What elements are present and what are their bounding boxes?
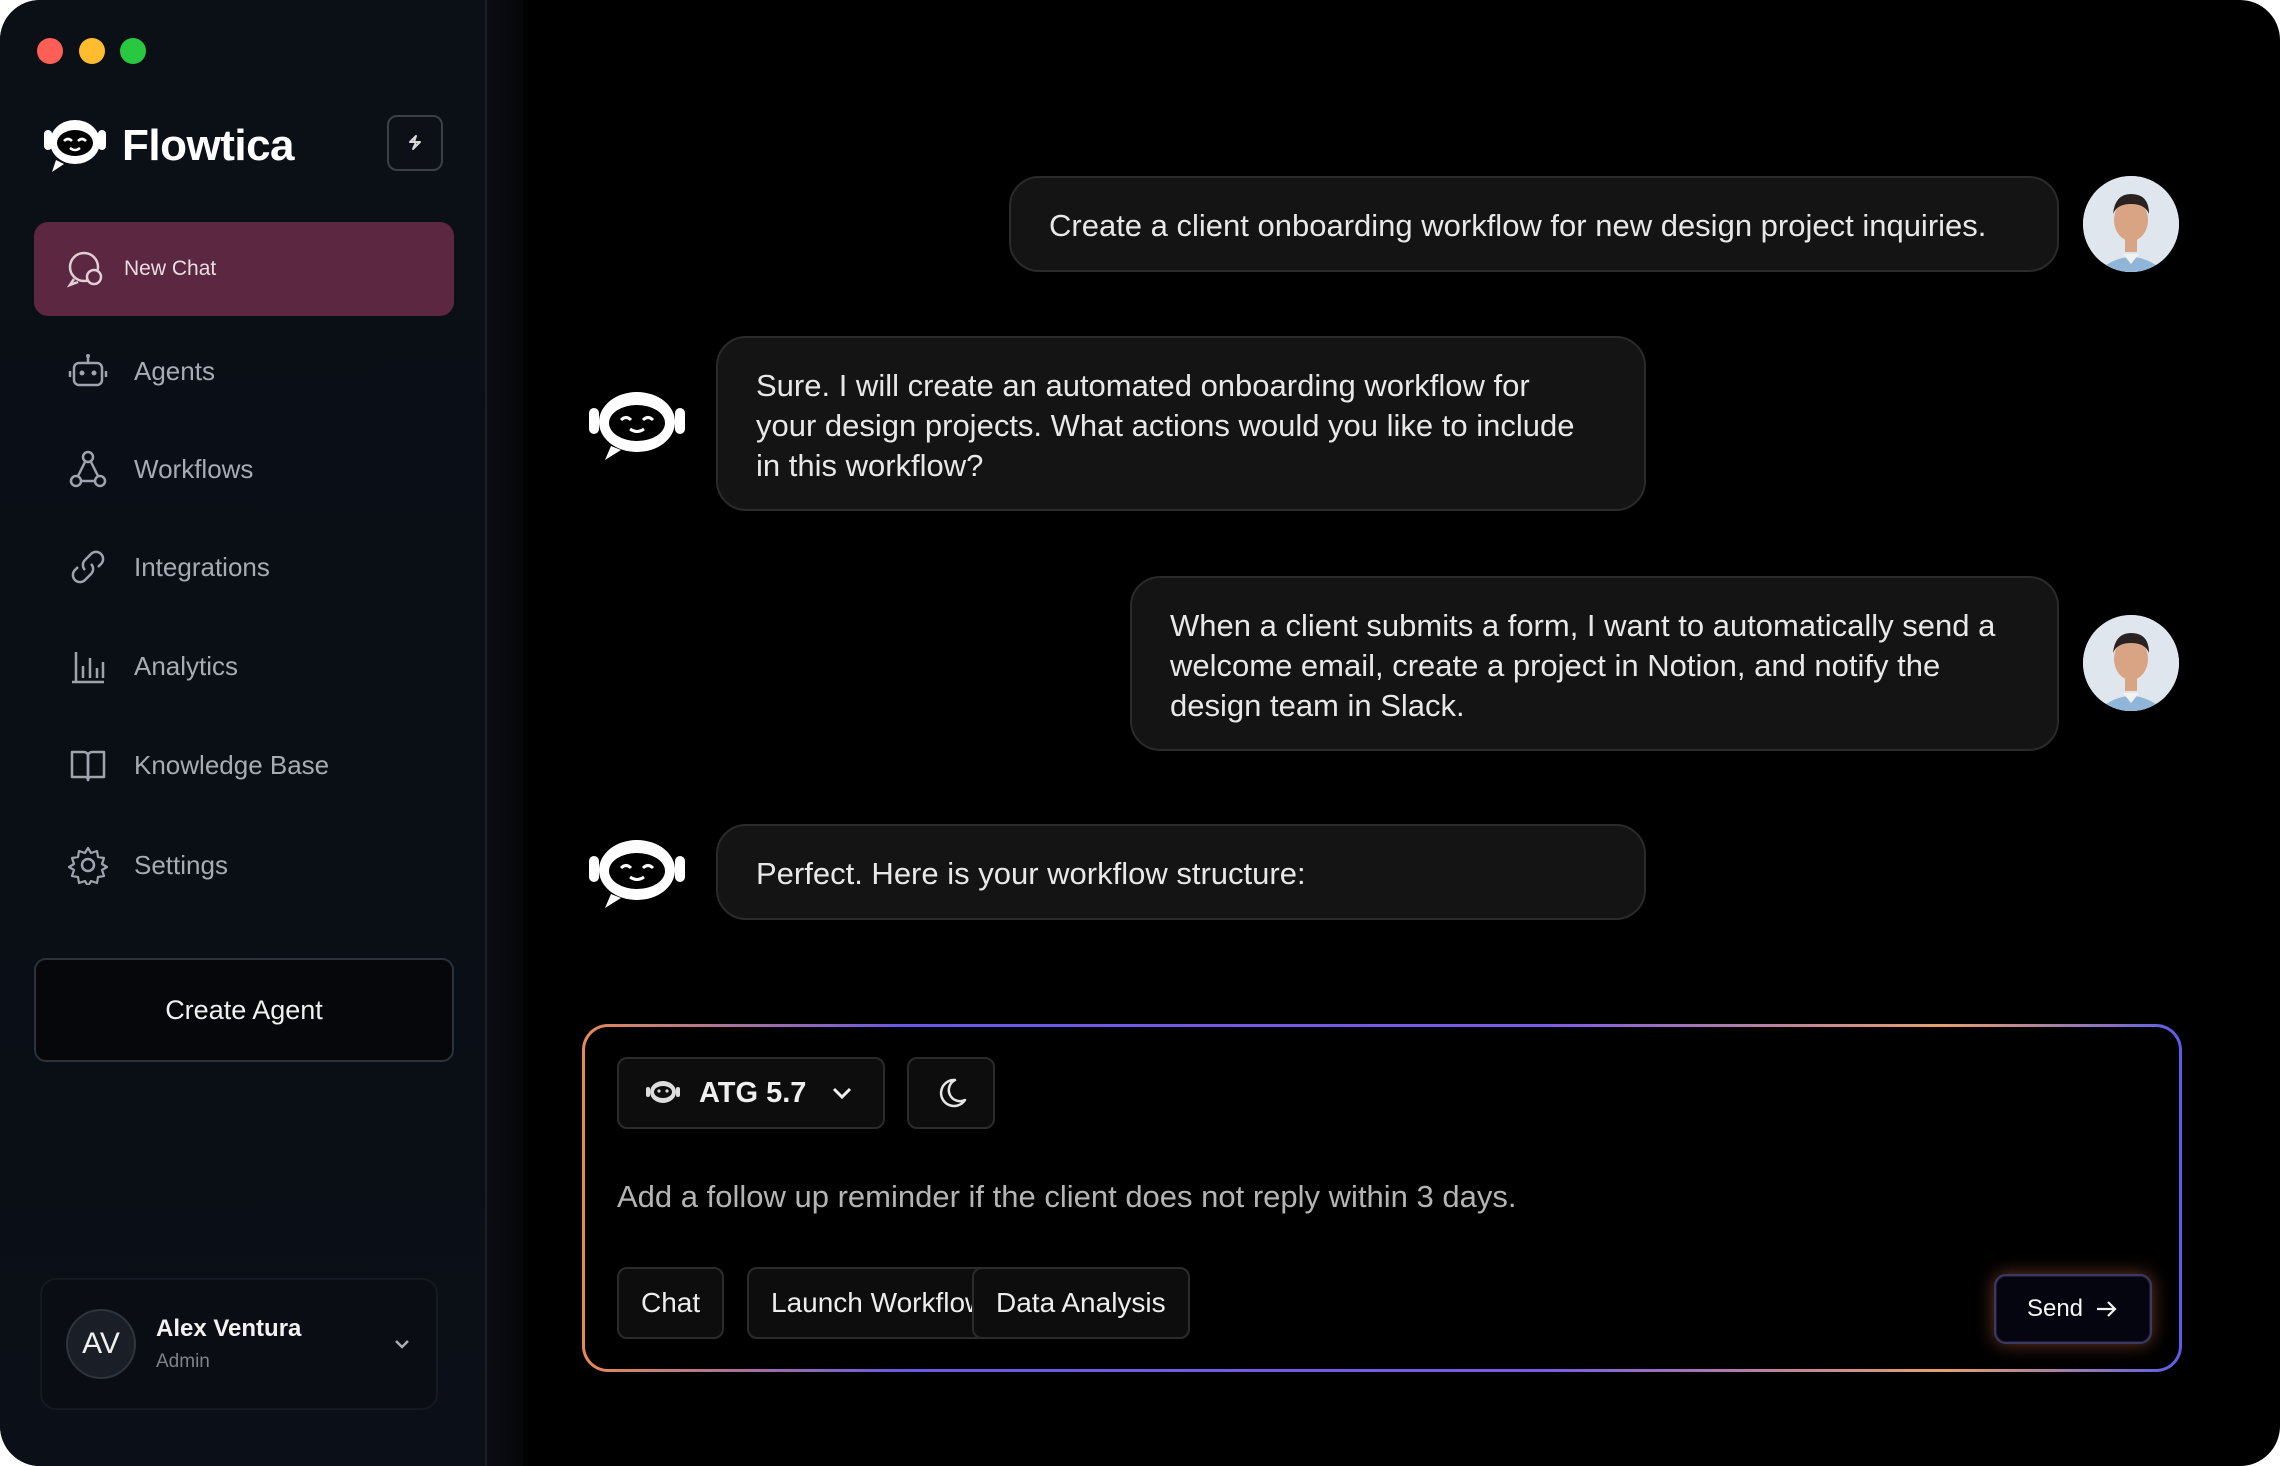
message-input[interactable]: Add a follow up reminder if the client d… xyxy=(617,1179,1516,1215)
assistant-message: Sure. I will create an automated onboard… xyxy=(716,336,1646,511)
sidebar-item-label: Knowledge Base xyxy=(134,749,330,780)
message-line: your design projects. What actions would… xyxy=(756,408,1575,443)
message-line: When a client submits a form, I want to … xyxy=(1170,608,1996,643)
assistant-message: Perfect. Here is your workflow structure… xyxy=(716,824,1646,920)
message-composer: ATG 5.7 Add a follow up reminder if the … xyxy=(582,1024,2182,1372)
link-icon xyxy=(68,547,108,587)
chat-plus-icon xyxy=(66,249,106,289)
message-line: design team in Slack. xyxy=(1170,688,1465,723)
composer-body: ATG 5.7 Add a follow up reminder if the … xyxy=(585,1027,2179,1369)
sidebar-item-agents[interactable]: Agents xyxy=(34,324,454,418)
user-profile-menu[interactable]: AV Alex Ventura Admin xyxy=(40,1278,438,1410)
brand: Flowtica xyxy=(42,116,295,176)
theme-toggle-button[interactable] xyxy=(907,1057,995,1129)
app-window: Flowtica New Chat Agents Workflows Integ… xyxy=(0,0,2280,1466)
sidebar: Flowtica New Chat Agents Workflows Integ… xyxy=(0,0,487,1466)
moon-icon xyxy=(939,1078,967,1108)
window-maximize-button[interactable] xyxy=(120,38,146,64)
user-avatar xyxy=(2083,176,2179,272)
message-line: in this workflow? xyxy=(756,448,984,483)
model-name: ATG 5.7 xyxy=(699,1076,807,1109)
sidebar-item-integrations[interactable]: Integrations xyxy=(34,520,454,614)
create-agent-button[interactable]: Create Agent xyxy=(34,958,454,1062)
send-button[interactable]: Send xyxy=(1994,1274,2152,1344)
sidebar-item-new-chat[interactable]: New Chat xyxy=(34,222,454,316)
model-selector[interactable]: ATG 5.7 xyxy=(617,1057,885,1129)
app-name: Flowtica xyxy=(122,121,295,170)
robot-icon xyxy=(68,351,108,391)
mode-chip-chat[interactable]: Chat xyxy=(617,1267,725,1339)
sidebar-item-label: Integrations xyxy=(134,551,270,582)
chevron-down-icon xyxy=(833,1087,852,1100)
robot-logo-icon xyxy=(44,120,106,172)
user-message: Create a client onboarding workflow for … xyxy=(1009,176,2059,272)
assistant-avatar-icon xyxy=(589,392,685,460)
send-label: Send xyxy=(2026,1295,2084,1322)
user-name: Alex Ventura xyxy=(156,1315,302,1342)
sidebar-item-label: Analytics xyxy=(134,650,239,681)
user-role: Admin xyxy=(156,1351,210,1372)
avatar: AV xyxy=(66,1309,136,1379)
sidebar-item-label: Settings xyxy=(134,849,228,880)
collapse-icon xyxy=(409,135,421,150)
sidebar-item-label: Workflows xyxy=(134,453,254,484)
bar-chart-icon xyxy=(68,646,108,686)
collapse-sidebar-button[interactable] xyxy=(387,115,443,171)
arrow-right-icon xyxy=(2097,1301,2117,1317)
message-line: welcome email, create a project in Notio… xyxy=(1170,648,1941,683)
message-text: Create a client onboarding workflow for … xyxy=(1049,208,1987,243)
assistant-avatar-icon xyxy=(589,840,685,908)
book-icon xyxy=(68,745,108,785)
message-text: Perfect. Here is your workflow structure… xyxy=(756,856,1306,891)
window-close-button[interactable] xyxy=(37,38,63,64)
mode-chip-launch-workflow[interactable]: Launch Workflow xyxy=(747,1267,1010,1339)
sidebar-item-knowledge-base[interactable]: Knowledge Base xyxy=(34,718,454,812)
user-meta: Alex Ventura Admin xyxy=(156,1315,301,1373)
sidebar-item-settings[interactable]: Settings xyxy=(34,818,454,912)
workflow-nodes-icon xyxy=(68,449,108,489)
sidebar-item-label: Agents xyxy=(134,355,215,386)
message-line: Sure. I will create an automated onboard… xyxy=(756,368,1530,403)
window-minimize-button[interactable] xyxy=(79,38,105,64)
sidebar-divider xyxy=(487,0,523,1466)
robot-icon xyxy=(646,1081,680,1103)
sidebar-item-analytics[interactable]: Analytics xyxy=(34,619,454,713)
user-avatar xyxy=(2083,615,2179,711)
chevron-down-icon xyxy=(395,1340,409,1349)
gear-icon xyxy=(68,845,108,885)
mode-chip-data-analysis[interactable]: Data Analysis xyxy=(972,1267,1190,1339)
sidebar-item-label: New Chat xyxy=(124,257,217,280)
sidebar-item-workflows[interactable]: Workflows xyxy=(34,422,454,516)
user-message: When a client submits a form, I want to … xyxy=(1130,576,2059,751)
